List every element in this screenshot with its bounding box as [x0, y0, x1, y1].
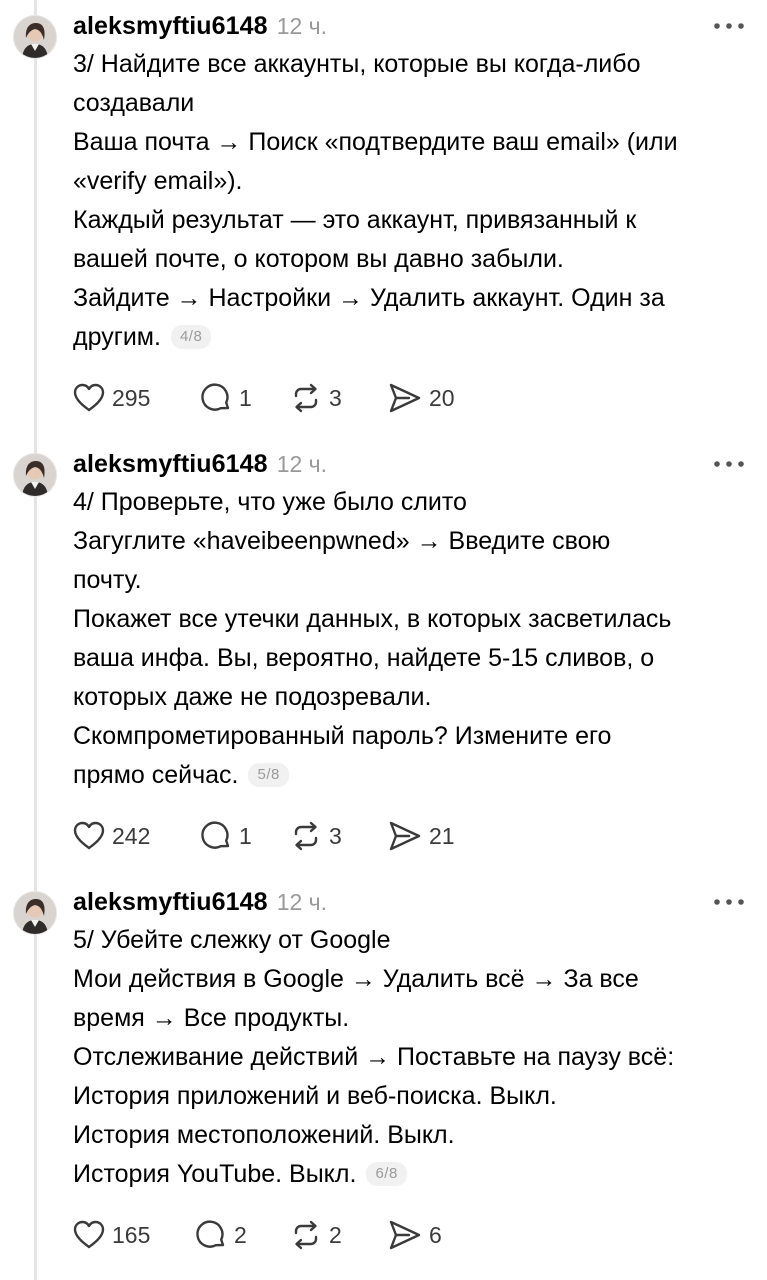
more-dots-icon	[714, 899, 744, 905]
like-count: 295	[112, 384, 151, 411]
send-icon	[389, 1220, 421, 1250]
action-bar: 295 1 3 20	[72, 381, 672, 415]
post-text-line: почту.	[73, 566, 142, 594]
post-text-line-last: прямо сейчас. 5/8	[73, 756, 753, 795]
timestamp: 12 ч.	[276, 888, 328, 915]
like-button[interactable]: 165	[72, 1218, 150, 1252]
post-text-line: 5/ Убейте слежку от Google	[73, 926, 391, 954]
like-count: 165	[112, 1221, 151, 1248]
repost-count: 3	[329, 822, 342, 849]
post-text-line: Каждый результат — это аккаунт, привязан…	[73, 206, 637, 234]
repost-icon	[294, 383, 318, 413]
post-text-line-end: прямо сейчас.	[73, 761, 239, 789]
repost-button[interactable]: 2	[289, 1218, 342, 1252]
post: aleksmyftiu6148 12 ч. 4/ Проверьте, что …	[0, 446, 767, 856]
reply-count: 1	[239, 384, 252, 411]
post-text-line: ваша инфа. Вы, вероятно, найдете 5-15 сл…	[73, 644, 655, 672]
post-text-line: которых даже не подозревали.	[73, 683, 432, 711]
post-text-line-end: другим.	[73, 323, 161, 351]
post-text: 4/ Проверьте, что уже было слито Загугли…	[73, 483, 753, 795]
like-count: 242	[112, 822, 151, 849]
reply-button[interactable]: 2	[194, 1218, 247, 1252]
post-text-line: Покажет все утечки данных, в которых зас…	[73, 605, 672, 633]
repost-icon	[294, 1220, 318, 1250]
post-text-line: Отслеживание действий → Поставьте на пау…	[73, 1043, 675, 1071]
avatar-image	[14, 892, 56, 934]
share-button[interactable]: 6	[387, 1218, 442, 1252]
post-text-line-end: История YouTube. Выкл.	[73, 1160, 357, 1188]
comment-icon	[201, 821, 230, 849]
username[interactable]: aleksmyftiu6148	[73, 450, 268, 479]
more-dots-icon	[714, 461, 744, 467]
post-text-line-last: История YouTube. Выкл. 6/8	[73, 1155, 753, 1194]
avatar-image	[14, 454, 56, 496]
reply-button[interactable]: 1	[199, 819, 252, 853]
post-text-line: время → Все продукты.	[73, 1004, 350, 1032]
heart-icon	[73, 1220, 105, 1249]
comment-icon	[196, 1220, 225, 1248]
thread-counter-badge: 6/8	[366, 1162, 407, 1186]
post-text: 5/ Убейте слежку от Google Мои действия …	[73, 921, 753, 1194]
post-text-line: Мои действия в Google → Удалить всё → За…	[73, 965, 639, 993]
action-bar: 165 2 2 6	[72, 1218, 672, 1252]
reply-count: 2	[234, 1221, 247, 1248]
post-text-line: «verify email»).	[73, 167, 243, 195]
post-text-line: создавали	[73, 89, 195, 117]
more-button[interactable]	[712, 892, 746, 912]
repost-button[interactable]: 3	[289, 381, 342, 415]
heart-icon	[73, 383, 105, 412]
post-text-line: История приложений и веб-поиска. Выкл.	[73, 1082, 557, 1110]
share-button[interactable]: 20	[387, 381, 455, 415]
avatar-image	[14, 16, 56, 58]
post-text-line: Ваша почта → Поиск «подтвердите ваш emai…	[73, 128, 678, 156]
post-text: 3/ Найдите все аккаунты, которые вы когд…	[73, 45, 753, 357]
post-text-line: Зайдите → Настройки → Удалить аккаунт. О…	[73, 284, 665, 312]
thread-counter-badge: 4/8	[170, 325, 212, 349]
post-text-line: 3/ Найдите все аккаунты, которые вы когд…	[73, 50, 641, 78]
repost-count: 2	[329, 1221, 342, 1248]
repost-button[interactable]: 3	[289, 819, 342, 853]
username[interactable]: aleksmyftiu6148	[73, 888, 268, 917]
share-button[interactable]: 21	[387, 819, 455, 853]
like-button[interactable]: 295	[72, 381, 150, 415]
username[interactable]: aleksmyftiu6148	[73, 12, 268, 41]
thread-counter-badge: 5/8	[248, 763, 289, 787]
more-dots-icon	[714, 23, 744, 29]
timestamp: 12 ч.	[276, 12, 328, 39]
repost-count: 3	[329, 384, 342, 411]
send-icon	[389, 383, 421, 413]
post-header: aleksmyftiu6148 12 ч.	[73, 884, 327, 920]
post-header: aleksmyftiu6148 12 ч.	[73, 8, 327, 44]
avatar[interactable]	[13, 891, 57, 935]
reply-count: 1	[239, 822, 252, 849]
post-text-line: вашей почте, о котором вы давно забыли.	[73, 245, 564, 273]
post-header: aleksmyftiu6148 12 ч.	[73, 446, 327, 482]
like-button[interactable]: 242	[72, 819, 150, 853]
comment-icon	[201, 383, 230, 411]
post-text-line: 4/ Проверьте, что уже было слито	[73, 488, 467, 516]
repost-icon	[294, 821, 318, 851]
post-text-line: Загуглите «haveibeenpwned» → Введите сво…	[73, 527, 611, 555]
avatar[interactable]	[13, 15, 57, 59]
send-icon	[389, 821, 421, 851]
post: aleksmyftiu6148 12 ч. 5/ Убейте слежку о…	[0, 884, 767, 1264]
avatar[interactable]	[13, 453, 57, 497]
reply-button[interactable]: 1	[199, 381, 252, 415]
post-text-line: Скомпрометированный пароль? Измените его	[73, 722, 612, 750]
share-count: 20	[429, 384, 455, 411]
post-text-line: История местоположений. Выкл.	[73, 1121, 455, 1149]
more-button[interactable]	[712, 16, 746, 36]
post-text-line-last: другим. 4/8	[73, 318, 753, 357]
share-count: 6	[429, 1221, 442, 1248]
heart-icon	[73, 821, 105, 850]
action-bar: 242 1 3 21	[72, 819, 672, 853]
timestamp: 12 ч.	[276, 450, 328, 477]
more-button[interactable]	[712, 454, 746, 474]
post: aleksmyftiu6148 12 ч. 3/ Найдите все акк…	[0, 8, 767, 418]
share-count: 21	[429, 822, 455, 849]
